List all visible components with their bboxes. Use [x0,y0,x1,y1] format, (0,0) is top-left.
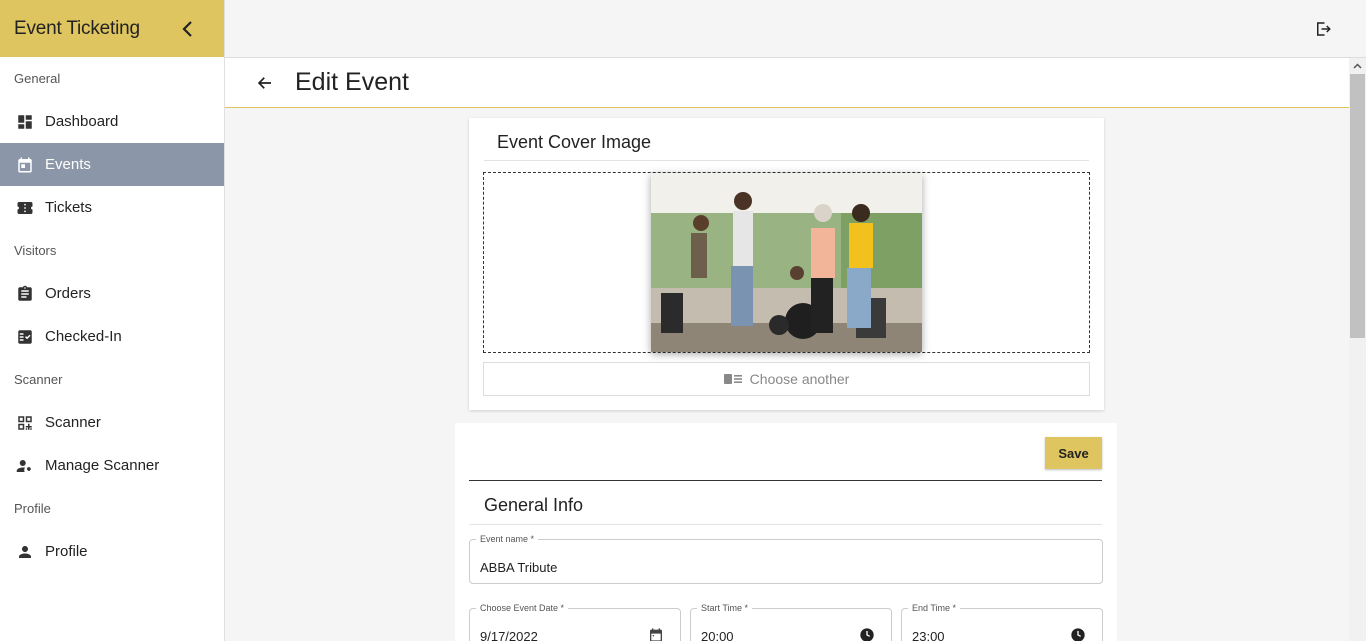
event-name-field[interactable]: Event name * [469,534,1103,584]
person-icon [16,543,34,561]
sidebar-item-orders[interactable]: Orders [0,272,224,315]
event-name-label: Event name * [476,534,539,544]
sidebar-item-label: Orders [45,285,91,302]
sidebar: Event Ticketing General Dashboard Events… [0,0,225,641]
sidebar-item-label: Dashboard [45,113,119,130]
sidebar-item-checked-in[interactable]: Checked-In [0,315,224,358]
start-time-input[interactable] [701,629,861,641]
collapse-sidebar-icon[interactable] [178,20,196,38]
clock-icon[interactable] [1070,627,1086,641]
start-time-label: Start Time * [697,603,753,613]
divider [484,160,1089,161]
general-info-title: General Info [484,495,584,515]
event-date-label: Choose Event Date * [476,603,569,613]
start-time-field[interactable]: Start Time * [690,603,892,641]
clipboard-icon [16,285,34,303]
main-content: Event Cover Image Choose another Save Ge… [225,108,1349,641]
sidebar-item-manage-scanner[interactable]: Manage Scanner [0,444,224,487]
section-general: General [14,71,61,86]
calendar-icon[interactable] [648,627,664,641]
sidebar-item-events[interactable]: Events [0,143,224,186]
event-name-input[interactable] [480,560,986,575]
sidebar-item-label: Checked-In [45,328,122,345]
scrollbar[interactable] [1349,58,1366,641]
image-dropzone[interactable] [483,172,1090,353]
sidebar-item-dashboard[interactable]: Dashboard [0,100,224,143]
user-gear-icon [16,457,34,475]
qr-code-icon [16,414,34,432]
sidebar-item-label: Tickets [45,199,92,216]
checklist-icon [16,328,34,346]
scroll-up-arrow-icon[interactable] [1349,58,1366,74]
end-time-input[interactable] [912,629,1072,641]
sidebar-item-label: Events [45,156,91,173]
choose-another-button[interactable]: Choose another [483,362,1090,396]
end-time-field[interactable]: End Time * [901,603,1103,641]
divider [469,524,1102,525]
cover-image-card: Event Cover Image Choose another [469,118,1104,410]
clock-icon[interactable] [859,627,875,641]
calendar-icon [16,156,34,174]
event-date-input[interactable] [480,629,648,641]
section-scanner: Scanner [14,372,63,387]
section-visitors: Visitors [14,243,57,258]
general-info-card: Save General Info Event name * Choose Ev… [455,423,1117,641]
page-title: Edit Event [295,68,409,96]
image-card-icon [723,374,742,384]
sidebar-item-label: Manage Scanner [45,457,160,474]
dashboard-icon [16,113,34,131]
ticket-icon [16,199,34,217]
logout-icon[interactable] [1314,20,1332,38]
sidebar-item-profile[interactable]: Profile [0,530,224,573]
brand-bar: Event Ticketing [0,0,224,57]
end-time-label: End Time * [908,603,961,613]
divider [469,480,1102,481]
back-arrow-icon[interactable] [256,73,276,93]
section-profile: Profile [14,501,51,516]
save-button[interactable]: Save [1045,437,1102,469]
cover-card-title: Event Cover Image [497,132,652,152]
sidebar-item-scanner[interactable]: Scanner [0,401,224,444]
app-title: Event Ticketing [14,17,140,39]
sidebar-item-label: Scanner [45,414,101,431]
event-date-field[interactable]: Choose Event Date * [469,603,681,641]
sidebar-item-label: Profile [45,543,88,560]
choose-another-label: Choose another [749,371,850,387]
event-cover-image [651,173,922,352]
sidebar-item-tickets[interactable]: Tickets [0,186,224,229]
scrollbar-thumb[interactable] [1350,74,1365,338]
topbar [225,0,1366,58]
page-header: Edit Event [225,58,1349,108]
